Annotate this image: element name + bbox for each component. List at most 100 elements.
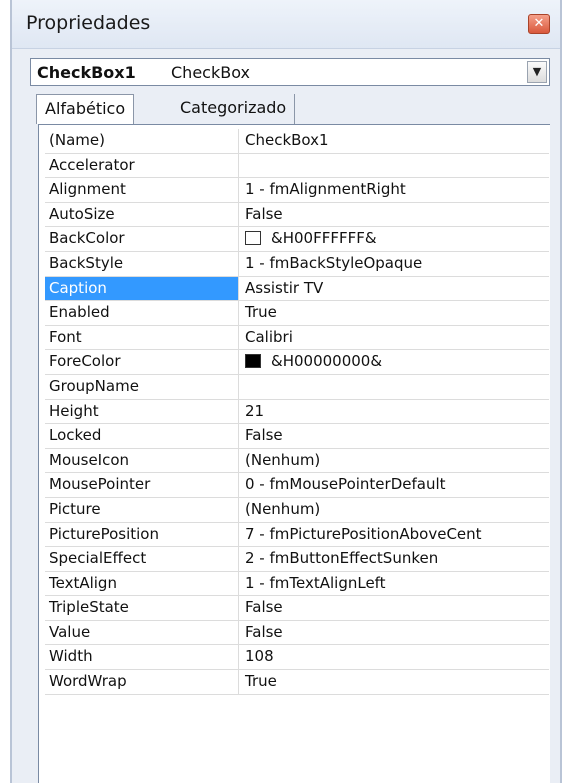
property-name[interactable]: Locked [45, 424, 239, 448]
property-grid: (Name) CheckBox1 Accelerator Alignment 1 - f… [38, 124, 550, 783]
property-row[interactable]: Font Calibri [45, 325, 549, 351]
property-row[interactable]: Locked False [45, 424, 549, 449]
property-row[interactable]: GroupName [45, 374, 549, 400]
property-value-text: &H00FFFFFF& [271, 229, 377, 248]
property-value[interactable]: 1 - fmBackStyleOpaque [241, 252, 549, 276]
property-value[interactable]: True [241, 670, 549, 694]
property-row[interactable]: (Name) CheckBox1 [45, 129, 549, 154]
property-row[interactable]: BackStyle 1 - fmBackStyleOpaque [45, 251, 549, 277]
object-dropdown-button[interactable]: ▼ [527, 61, 547, 83]
property-value-text: True [245, 303, 277, 322]
property-value[interactable]: Assistir TV [241, 277, 549, 301]
property-value[interactable]: False [241, 424, 549, 448]
property-value[interactable]: (Nenhum) [241, 449, 549, 473]
property-name[interactable]: Picture [45, 497, 239, 522]
object-selector[interactable]: CheckBox1 CheckBox ▼ [30, 58, 550, 86]
property-value-text: 7 - fmPicturePositionAboveCent [245, 524, 482, 543]
property-name[interactable]: AutoSize [45, 202, 239, 227]
property-name[interactable]: BackStyle [45, 251, 239, 276]
close-icon: ✕ [533, 16, 545, 31]
property-value-text: (Nenhum) [245, 499, 321, 518]
property-row[interactable]: ForeColor &H00000000& [45, 350, 549, 375]
property-row[interactable]: TripleState False [45, 596, 549, 621]
property-name[interactable]: Caption [45, 276, 239, 301]
property-value[interactable]: 1 - fmAlignmentRight [241, 178, 549, 202]
property-value[interactable]: 21 [241, 400, 549, 424]
property-value[interactable]: CheckBox1 [241, 129, 549, 153]
property-row[interactable]: MousePointer 0 - fmMousePointerDefault [45, 473, 549, 498]
property-name[interactable]: MouseIcon [45, 448, 239, 473]
property-value-text: 1 - fmBackStyleOpaque [245, 253, 423, 272]
chevron-down-icon: ▼ [532, 65, 542, 78]
property-row[interactable]: TextAlign 1 - fmTextAlignLeft [45, 571, 549, 597]
property-row[interactable]: Width 108 [45, 645, 549, 671]
property-value-text: False [245, 598, 283, 617]
object-name: CheckBox1 [37, 63, 136, 82]
property-name[interactable]: PicturePosition [45, 522, 239, 547]
property-row[interactable]: BackColor &H00FFFFFF& [45, 227, 549, 252]
property-value-text: False [245, 204, 283, 223]
property-name[interactable]: SpecialEffect [45, 547, 239, 571]
property-name[interactable]: TripleState [45, 596, 239, 620]
property-row[interactable]: PicturePosition 7 - fmPicturePositionAbov… [45, 522, 549, 548]
property-name[interactable]: Enabled [45, 301, 239, 325]
tab-alfabetico[interactable]: Alfabético [36, 94, 135, 124]
property-row[interactable]: WordWrap True [45, 670, 549, 695]
property-name[interactable]: Value [45, 620, 239, 645]
property-value-text: False [245, 622, 283, 641]
property-row[interactable]: Alignment 1 - fmAlignmentRight [45, 178, 549, 203]
property-value-text: 0 - fmMousePointerDefault [245, 475, 446, 494]
color-swatch [245, 354, 261, 369]
property-value-text: Calibri [245, 327, 293, 346]
property-name[interactable]: Height [45, 399, 239, 424]
property-value[interactable]: (Nenhum) [241, 498, 549, 522]
property-name[interactable]: TextAlign [45, 571, 239, 596]
property-row[interactable]: Caption Assistir TV [45, 276, 549, 302]
property-row[interactable]: Value False [45, 620, 549, 646]
property-rows: (Name) CheckBox1 Accelerator Alignment 1 - f… [45, 129, 549, 695]
tab-categorizado[interactable]: Categorizado [172, 94, 296, 124]
property-row[interactable]: MouseIcon (Nenhum) [45, 448, 549, 474]
property-value[interactable] [241, 375, 549, 399]
property-name[interactable]: Width [45, 645, 239, 670]
close-button[interactable]: ✕ [528, 14, 550, 34]
object-type: CheckBox [171, 63, 250, 82]
property-name[interactable]: WordWrap [45, 670, 239, 694]
property-value[interactable]: False [241, 203, 549, 227]
property-value[interactable] [241, 154, 549, 178]
property-value-text: 1 - fmTextAlignLeft [245, 573, 386, 592]
property-row[interactable]: Accelerator [45, 153, 549, 179]
property-name[interactable]: ForeColor [45, 350, 239, 374]
property-value[interactable]: False [241, 621, 549, 645]
property-value[interactable]: False [241, 596, 549, 620]
property-value-text: True [245, 672, 277, 691]
property-row[interactable]: Picture (Nenhum) [45, 497, 549, 523]
property-value[interactable]: 1 - fmTextAlignLeft [241, 572, 549, 596]
property-value[interactable]: True [241, 301, 549, 325]
property-value[interactable]: &H00000000& [241, 350, 549, 374]
properties-window: Propriedades ✕ CheckBox1 CheckBox ▼ Alfa… [10, 0, 562, 783]
property-name[interactable]: MousePointer [45, 473, 239, 497]
property-row[interactable]: Enabled True [45, 301, 549, 326]
property-value-text: Assistir TV [245, 278, 324, 297]
property-name[interactable]: Alignment [45, 178, 239, 202]
property-row[interactable]: Height 21 [45, 399, 549, 425]
property-name[interactable]: Font [45, 325, 239, 350]
property-value-text: 1 - fmAlignmentRight [245, 180, 406, 199]
property-value[interactable]: 7 - fmPicturePositionAboveCent [241, 523, 549, 547]
window-title: Propriedades [26, 12, 151, 34]
title-bar[interactable]: Propriedades ✕ [12, 0, 560, 49]
property-value[interactable]: Calibri [241, 326, 549, 350]
property-row[interactable]: AutoSize False [45, 202, 549, 228]
property-value-text: &H00000000& [271, 352, 383, 371]
property-name[interactable]: GroupName [45, 374, 239, 399]
property-row[interactable]: SpecialEffect 2 - fmButtonEffectSunken [45, 547, 549, 572]
property-name[interactable]: BackColor [45, 227, 239, 251]
property-name[interactable]: (Name) [45, 129, 239, 153]
property-value[interactable]: 2 - fmButtonEffectSunken [241, 547, 549, 571]
property-name[interactable]: Accelerator [45, 153, 239, 178]
property-value-text: 108 [245, 647, 274, 666]
property-value[interactable]: &H00FFFFFF& [241, 227, 549, 251]
property-value[interactable]: 0 - fmMousePointerDefault [241, 473, 549, 497]
property-value[interactable]: 108 [241, 645, 549, 669]
